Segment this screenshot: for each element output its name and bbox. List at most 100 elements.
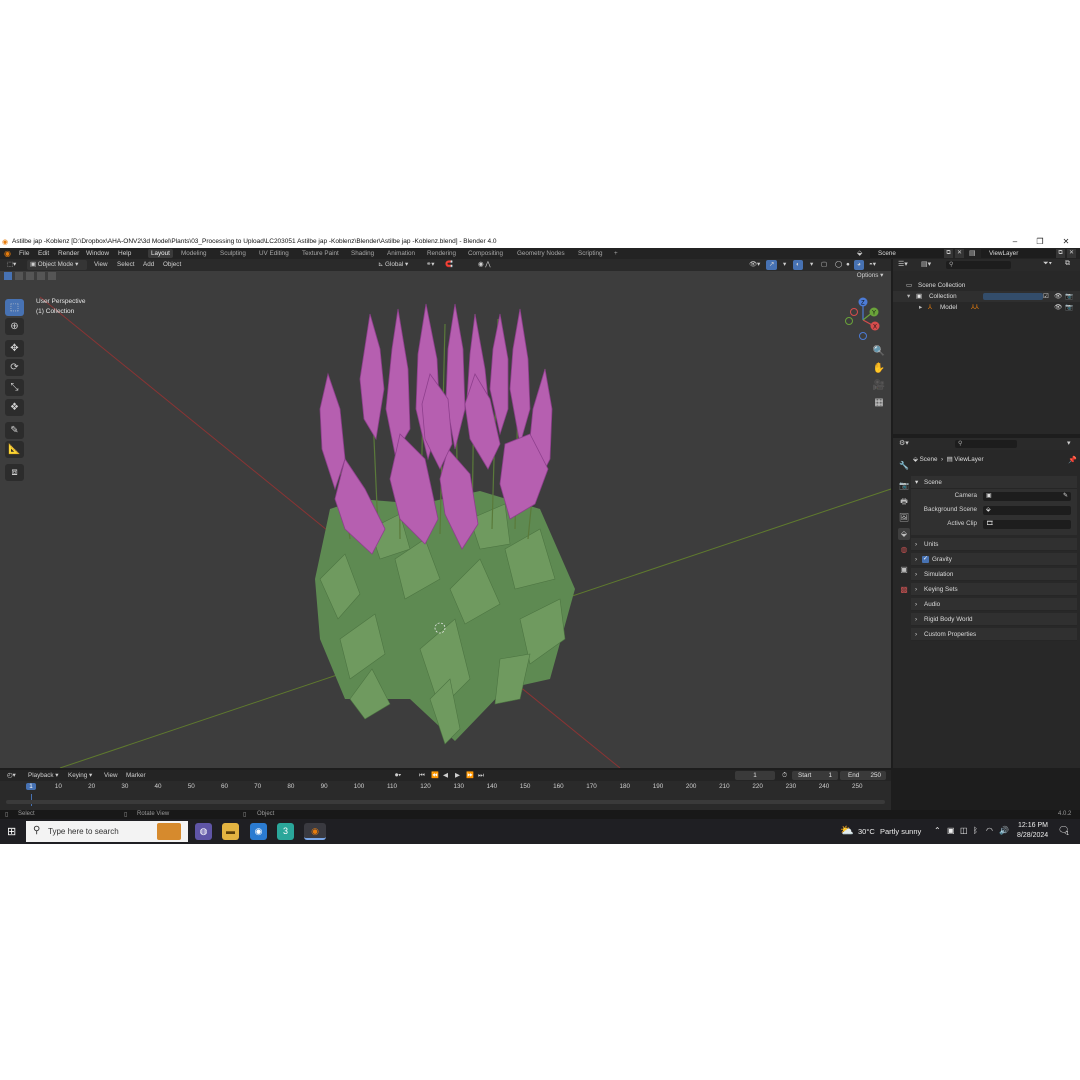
new-viewlayer-icon[interactable]: ⧉ xyxy=(1056,249,1065,258)
expand-chevron-icon[interactable]: ▾ xyxy=(907,291,910,302)
start-frame-field[interactable]: Start 1 xyxy=(792,771,838,780)
visibility-icon[interactable]: 👁▾ xyxy=(746,260,763,270)
play-icon[interactable]: ▶ xyxy=(452,771,463,781)
clock-time[interactable]: 12:16 PM xyxy=(1018,822,1048,829)
units-section[interactable]: › Units xyxy=(911,538,1077,551)
ortho-grid-icon[interactable]: ▦ xyxy=(872,396,886,410)
delete-viewlayer-icon[interactable]: ✕ xyxy=(1067,249,1076,258)
eyedropper-icon[interactable]: ✎ xyxy=(1063,492,1068,499)
outliner-search-input[interactable]: ⚲ xyxy=(946,261,1011,269)
navigation-gizmo[interactable]: Z X Y xyxy=(840,295,885,343)
menu-object[interactable]: Object xyxy=(160,260,184,270)
windows-start-icon[interactable]: ⊞ xyxy=(7,825,16,838)
tray-icon-1[interactable]: ▣ xyxy=(947,826,955,835)
tab-uv-editing[interactable]: UV Editing xyxy=(256,249,292,258)
output-tab-icon[interactable]: 🖶 xyxy=(898,496,910,508)
snap-icon[interactable]: 🧲 xyxy=(442,260,456,270)
view-layer-tab-icon[interactable]: 🖼 xyxy=(898,512,910,524)
tab-animation[interactable]: Animation xyxy=(384,249,418,258)
viewlayer-selector[interactable]: ViewLayer xyxy=(981,249,1056,258)
new-scene-icon[interactable]: ⧉ xyxy=(944,249,953,258)
mode-dropdown[interactable]: ▣ Object Mode ▾ xyxy=(27,260,87,270)
tab-compositing[interactable]: Compositing xyxy=(465,249,506,258)
bluetooth-icon[interactable]: ᛒ xyxy=(973,826,978,835)
blender-menu-icon[interactable]: ◉ xyxy=(4,249,11,258)
app-icon-3[interactable]: 3 xyxy=(277,823,294,840)
pivot-point-icon[interactable]: ⚭▾ xyxy=(423,260,437,270)
move-tool[interactable]: ✥ xyxy=(5,340,24,357)
tab-geometry-nodes[interactable]: Geometry Nodes xyxy=(514,249,568,258)
taskbar-search-box[interactable]: ⚲ Type here to search xyxy=(26,821,188,842)
volume-icon[interactable]: 🔊 xyxy=(999,826,1009,835)
playback-menu[interactable]: Playback ▾ xyxy=(25,771,61,781)
material-shading-icon[interactable]: ◕ xyxy=(854,260,864,270)
play-reverse-icon[interactable]: ◀ xyxy=(440,771,451,781)
texture-tab-icon[interactable]: ▩ xyxy=(898,584,910,596)
solid-shading-icon[interactable]: ● xyxy=(843,260,853,270)
blender-taskbar-icon[interactable]: ◉ xyxy=(304,823,326,840)
scale-tool[interactable]: ⤡ xyxy=(5,379,24,396)
select-invert-icon[interactable] xyxy=(37,272,45,280)
tab-rendering[interactable]: Rendering xyxy=(424,249,459,258)
select-intersect-icon[interactable] xyxy=(48,272,56,280)
menu-add[interactable]: Add xyxy=(140,260,157,270)
custom-properties-section[interactable]: › Custom Properties xyxy=(911,628,1077,641)
marker-menu[interactable]: Marker xyxy=(123,771,149,781)
menu-file[interactable]: File xyxy=(19,250,29,257)
eye-icon[interactable]: 👁 xyxy=(1054,302,1062,313)
tab-shading[interactable]: Shading xyxy=(348,249,377,258)
render-camera-icon[interactable]: 📷 xyxy=(1065,291,1073,302)
menu-view[interactable]: View xyxy=(91,260,111,270)
weather-temperature[interactable]: 30°C xyxy=(858,827,875,836)
weather-description[interactable]: Partly sunny xyxy=(880,827,921,836)
xray-icon[interactable]: ▢ xyxy=(818,260,830,270)
tray-icon-2[interactable]: ◫ xyxy=(960,826,968,835)
keying-sets-section[interactable]: › Keying Sets xyxy=(911,583,1077,596)
scene-panel-header[interactable]: ▾ Scene xyxy=(911,476,1077,489)
timeline-scrollbar[interactable] xyxy=(6,800,885,804)
options-dropdown[interactable]: Options ▾ xyxy=(853,271,887,281)
select-box-tool[interactable]: ⬚ xyxy=(5,299,24,316)
add-workspace-button[interactable]: + xyxy=(611,249,621,258)
scene-selector[interactable]: Scene xyxy=(870,249,945,258)
select-extend-icon[interactable] xyxy=(15,272,23,280)
editor-type-icon[interactable]: ⬚▾ xyxy=(4,260,19,270)
background-scene-field[interactable]: ⬙ xyxy=(983,506,1071,515)
menu-edit[interactable]: Edit xyxy=(38,250,49,257)
eye-icon[interactable]: 👁 xyxy=(1054,291,1062,302)
app-icon-1[interactable]: ◍ xyxy=(195,823,212,840)
new-collection-icon[interactable]: ⧉ xyxy=(1065,260,1070,268)
expand-chevron-icon[interactable]: ▸ xyxy=(919,302,922,313)
current-frame-field[interactable]: 1 xyxy=(735,771,775,780)
pin-icon[interactable]: 📌 xyxy=(1068,456,1077,464)
world-tab-icon[interactable]: ◍ xyxy=(898,544,910,556)
tool-tab-icon[interactable]: 🔧 xyxy=(898,460,910,472)
rigid-body-world-section[interactable]: › Rigid Body World xyxy=(911,613,1077,626)
outliner-scene-collection[interactable]: ▭ Scene Collection xyxy=(893,280,1080,291)
timeline-view-menu[interactable]: View xyxy=(101,771,121,781)
stopwatch-icon[interactable]: ⏱ xyxy=(779,771,790,781)
weather-icon[interactable]: ⛅ xyxy=(840,824,854,837)
select-new-icon[interactable] xyxy=(4,272,12,280)
timeline-editor-icon[interactable]: ◴▾ xyxy=(4,771,19,781)
clock-date[interactable]: 8/28/2024 xyxy=(1017,832,1048,839)
gravity-checkbox[interactable]: ✓ xyxy=(922,556,929,563)
annotate-tool[interactable]: ✎ xyxy=(5,422,24,439)
menu-help[interactable]: Help xyxy=(118,250,131,257)
properties-search-input[interactable]: ⚲ xyxy=(955,440,1017,448)
keying-menu[interactable]: Keying ▾ xyxy=(65,771,95,781)
proportional-edit-icon[interactable]: ◉ ⋀ xyxy=(475,260,493,270)
rendered-shading-icon[interactable]: ◓▾ xyxy=(866,260,879,270)
camera-field[interactable]: ▣ ✎ xyxy=(983,492,1071,501)
rotate-tool[interactable]: ⟳ xyxy=(5,359,24,376)
scene-icon[interactable]: ⬙ xyxy=(857,249,867,258)
viewlayer-icon[interactable]: ▤ xyxy=(969,249,979,258)
end-frame-field[interactable]: End 250 xyxy=(840,771,886,780)
simulation-section[interactable]: › Simulation xyxy=(911,568,1077,581)
overlays-toggle-icon[interactable]: ◐ xyxy=(793,260,803,270)
menu-window[interactable]: Window xyxy=(86,250,109,257)
jump-start-icon[interactable]: ⏮ xyxy=(416,771,428,781)
tab-layout[interactable]: Layout xyxy=(148,249,173,258)
tab-sculpting[interactable]: Sculpting xyxy=(217,249,249,258)
chevron-down-icon[interactable]: ▾ xyxy=(1067,439,1071,447)
